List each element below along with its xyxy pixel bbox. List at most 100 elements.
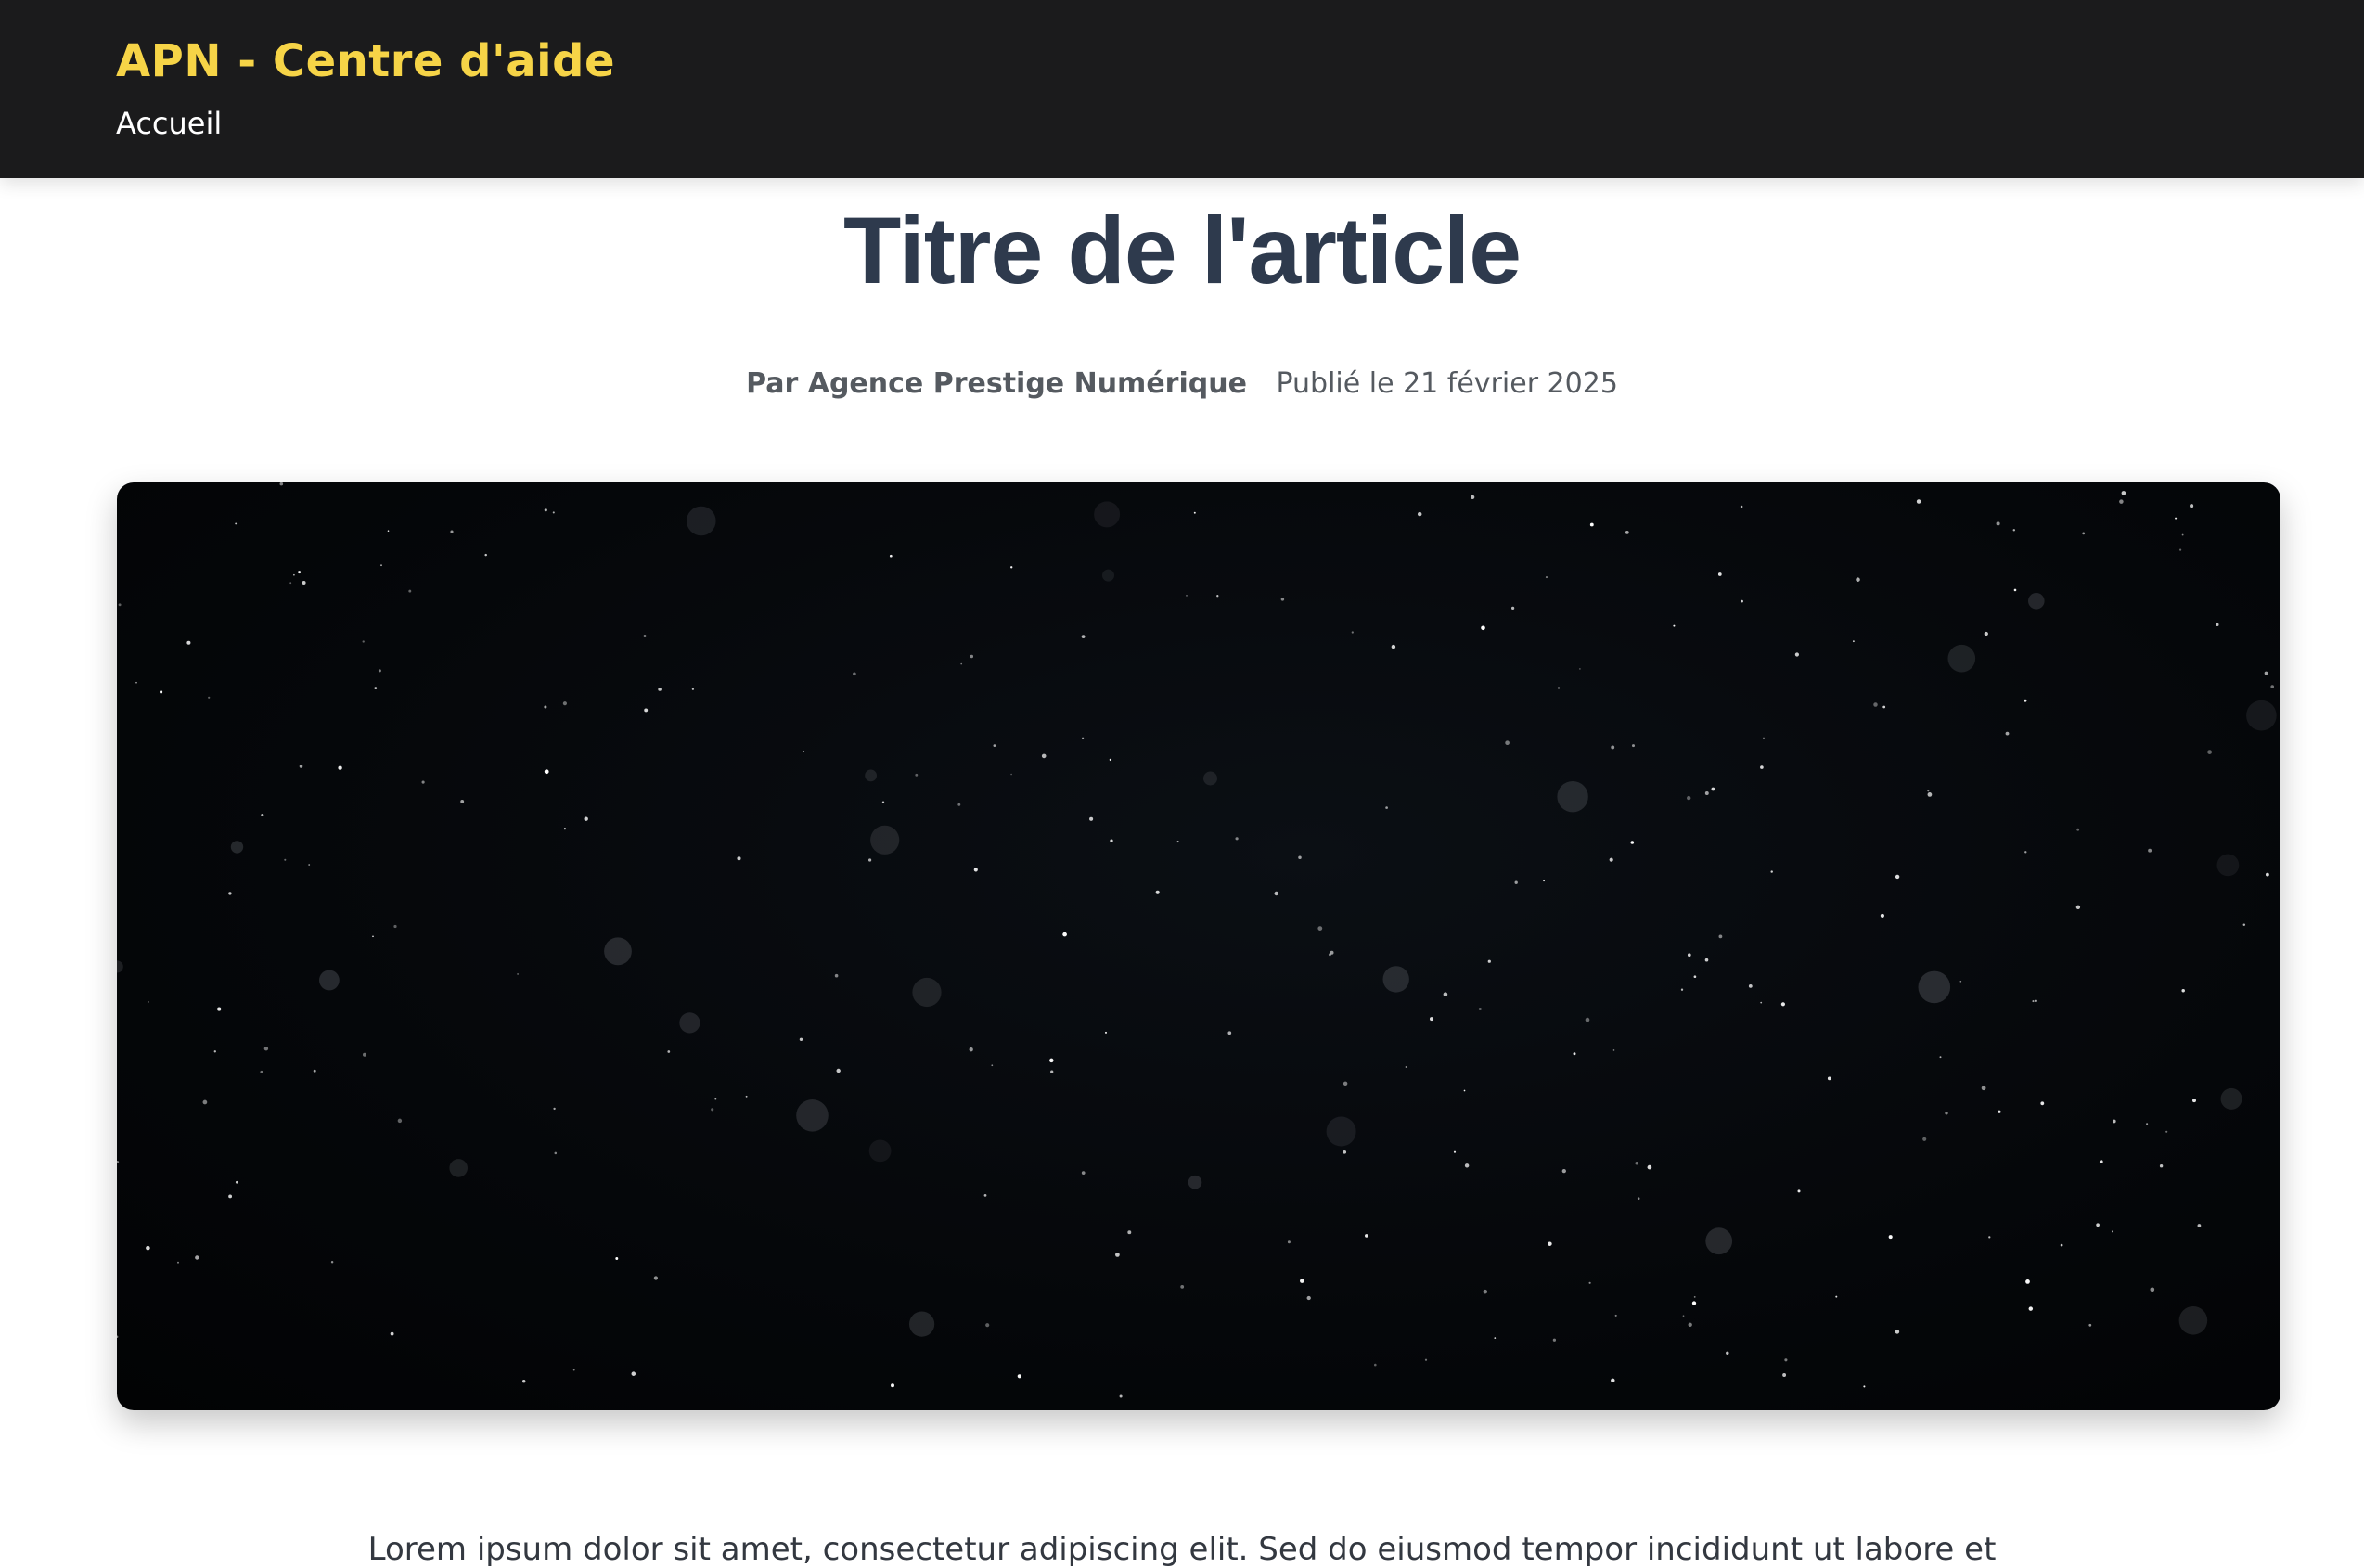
star	[484, 553, 487, 557]
star	[2190, 504, 2194, 508]
star	[2005, 731, 2010, 736]
star	[1487, 959, 1491, 963]
star	[2024, 699, 2027, 702]
star	[1385, 806, 1388, 809]
star	[279, 482, 284, 486]
star	[1718, 934, 1723, 939]
star	[544, 508, 547, 512]
star	[1235, 837, 1239, 841]
bokeh-orb	[909, 1311, 935, 1337]
star	[1688, 1322, 1692, 1327]
star	[1959, 981, 1962, 983]
star	[799, 1037, 803, 1042]
star	[299, 765, 303, 768]
star	[1155, 890, 1160, 894]
star	[1693, 1296, 1696, 1298]
star	[1880, 913, 1884, 918]
star	[1827, 1076, 1831, 1081]
star	[1110, 839, 1113, 842]
star	[1081, 635, 1086, 638]
star	[393, 924, 397, 929]
star	[1552, 1338, 1557, 1342]
star	[1463, 1089, 1466, 1092]
star	[1625, 531, 1629, 534]
bokeh-orb	[319, 970, 340, 991]
star	[2112, 1230, 2113, 1233]
star	[1863, 1385, 1866, 1388]
star	[261, 813, 264, 817]
article-author: Par Agence Prestige Numérique	[746, 367, 1247, 400]
star	[1680, 988, 1684, 991]
star	[1927, 790, 1930, 792]
star	[1760, 765, 1764, 769]
star	[2264, 671, 2268, 675]
star	[1927, 792, 1933, 797]
bokeh-orb	[604, 937, 632, 966]
star	[644, 708, 649, 713]
star	[1104, 1031, 1108, 1034]
star	[1782, 1373, 1787, 1377]
star	[2032, 1000, 2035, 1003]
bokeh-orb	[2216, 854, 2240, 877]
star	[1511, 606, 1515, 610]
star	[2216, 623, 2219, 627]
star	[1050, 1070, 1054, 1073]
star	[1481, 625, 1485, 631]
star	[544, 769, 549, 775]
bokeh-orb	[230, 841, 244, 854]
site-brand[interactable]: APN - Centre d'aide	[116, 35, 615, 87]
star	[2148, 848, 2152, 853]
star	[1873, 702, 1878, 707]
star	[1579, 668, 1581, 670]
star	[803, 750, 805, 752]
star	[1010, 566, 1013, 569]
bokeh-orb	[1203, 771, 1217, 786]
star	[293, 573, 295, 576]
star	[1429, 1017, 1434, 1022]
star	[1614, 1314, 1617, 1317]
star	[2165, 1130, 2168, 1133]
site-header: APN - Centre d'aide Accueil	[0, 0, 2364, 178]
star	[372, 935, 374, 938]
star	[1585, 1017, 1590, 1022]
bokeh-orb	[865, 769, 877, 782]
star	[1673, 624, 1676, 627]
star	[1115, 1253, 1120, 1257]
star	[298, 571, 302, 574]
star	[363, 1052, 366, 1057]
star	[1049, 1058, 1054, 1063]
star	[970, 654, 974, 659]
star	[1682, 1315, 1685, 1317]
star	[228, 1194, 233, 1199]
star	[991, 1064, 994, 1067]
star	[915, 773, 919, 777]
article-meta: Par Agence Prestige Numérique Publié le …	[0, 367, 2364, 400]
star	[2060, 1243, 2063, 1247]
star	[1916, 499, 1921, 504]
star	[983, 1194, 987, 1197]
star	[2082, 532, 2086, 535]
star	[643, 635, 647, 637]
star	[362, 640, 365, 643]
star	[397, 1118, 403, 1124]
star	[2150, 1287, 2155, 1292]
star	[1453, 1150, 1457, 1153]
star	[450, 530, 454, 533]
star	[1794, 652, 1799, 657]
star	[235, 1180, 238, 1184]
star	[544, 705, 547, 709]
star	[881, 801, 885, 803]
star	[2266, 872, 2269, 877]
star	[408, 589, 412, 593]
nav-home-link[interactable]: Accueil	[116, 106, 222, 141]
star	[554, 1151, 558, 1155]
star	[2119, 499, 2124, 504]
star	[380, 564, 382, 567]
star	[1543, 880, 1546, 882]
star	[1514, 880, 1518, 884]
bokeh-orb	[1382, 966, 1409, 993]
star	[1548, 1241, 1552, 1246]
bokeh-orb	[1326, 1116, 1356, 1147]
star	[374, 687, 378, 689]
star	[1741, 599, 1743, 603]
